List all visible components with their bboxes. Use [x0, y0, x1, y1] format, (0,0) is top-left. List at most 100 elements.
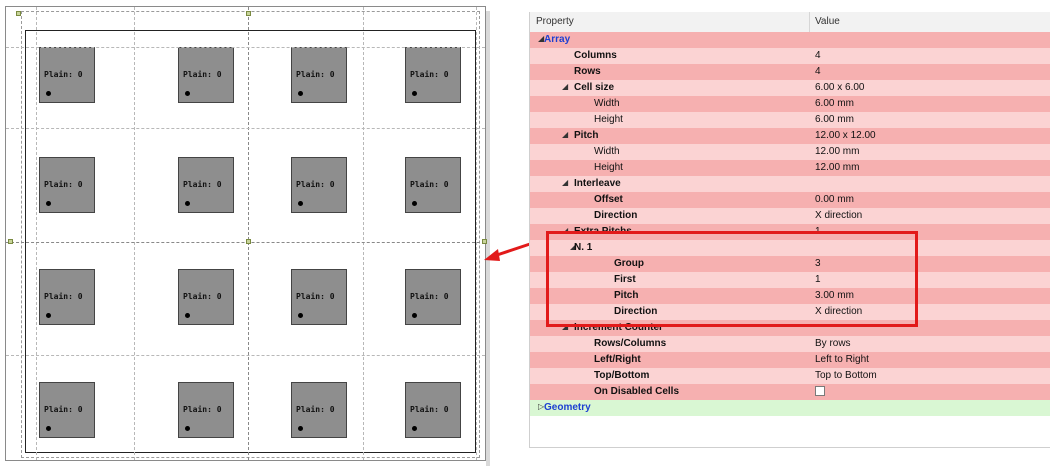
property-name: Left/Right [594, 354, 641, 365]
resize-handle[interactable] [8, 239, 13, 244]
property-column-header[interactable]: Property [536, 16, 574, 27]
property-name: Offset [594, 194, 623, 205]
property-row[interactable]: ◢ Cell size 6.00 x 6.00 [530, 80, 1050, 96]
property-value[interactable]: By rows [815, 338, 851, 349]
property-row[interactable]: Direction X direction [530, 208, 1050, 224]
array-cell[interactable]: Plain: 0 [178, 382, 234, 438]
origin-dot-icon [46, 91, 51, 96]
property-row[interactable]: Rows/Columns By rows [530, 336, 1050, 352]
property-name: Width [594, 98, 620, 109]
property-value[interactable]: 6.00 mm [815, 98, 854, 109]
property-row[interactable]: On Disabled Cells [530, 384, 1050, 400]
property-name: Height [594, 114, 623, 125]
property-row[interactable]: Width 6.00 mm [530, 96, 1050, 112]
cell-label: Plain: 0 [296, 292, 335, 301]
cell-label: Plain: 0 [183, 180, 222, 189]
array-cell[interactable]: Plain: 0 [405, 382, 461, 438]
property-value[interactable]: Left to Right [815, 354, 869, 365]
property-value[interactable]: 12.00 mm [815, 162, 859, 173]
cell-label: Plain: 0 [183, 292, 222, 301]
array-cell[interactable]: Plain: 0 [178, 47, 234, 103]
property-value[interactable]: 12.00 mm [815, 146, 859, 157]
cell-label: Plain: 0 [44, 405, 83, 414]
on-disabled-cells-checkbox[interactable] [815, 386, 825, 396]
property-name: Cell size [574, 82, 615, 93]
property-row[interactable]: ▷ Geometry [530, 400, 1050, 416]
origin-dot-icon [46, 201, 51, 206]
property-name: Geometry [544, 402, 591, 413]
property-value[interactable]: 4 [815, 50, 821, 61]
property-value[interactable]: 6.00 x 6.00 [815, 82, 864, 93]
expand-triangle-icon[interactable]: ◢ [562, 178, 568, 187]
origin-dot-icon [412, 426, 417, 431]
array-cell[interactable]: Plain: 0 [405, 157, 461, 213]
cell-label: Plain: 0 [44, 70, 83, 79]
origin-dot-icon [185, 426, 190, 431]
property-row[interactable]: Height 12.00 mm [530, 160, 1050, 176]
extra-pitch-highlight-box [546, 231, 918, 327]
array-cell[interactable]: Plain: 0 [291, 157, 347, 213]
property-row[interactable]: Rows 4 [530, 64, 1050, 80]
pointer-arrow-icon [484, 242, 531, 261]
origin-dot-icon [298, 313, 303, 318]
property-row[interactable]: ◢ Pitch 12.00 x 12.00 [530, 128, 1050, 144]
property-name: Interleave [574, 178, 621, 189]
property-row[interactable]: Top/Bottom Top to Bottom [530, 368, 1050, 384]
origin-dot-icon [185, 201, 190, 206]
resize-handle[interactable] [246, 11, 251, 16]
array-cell[interactable]: Plain: 0 [39, 47, 95, 103]
property-name: Rows [574, 66, 601, 77]
origin-dot-icon [412, 91, 417, 96]
property-name: Array [544, 34, 571, 45]
property-row[interactable]: ◢ Array [530, 32, 1050, 48]
design-canvas[interactable]: Plain: 0 Plain: 0 Plain: 0 Plain: 0 Plain: 0… [5, 6, 490, 466]
expand-triangle-icon[interactable]: ◢ [562, 82, 568, 91]
cell-label: Plain: 0 [44, 180, 83, 189]
property-row[interactable]: Width 12.00 mm [530, 144, 1050, 160]
array-cell[interactable]: Plain: 0 [178, 157, 234, 213]
property-value[interactable]: 6.00 mm [815, 114, 854, 125]
resize-handle[interactable] [246, 239, 251, 244]
origin-dot-icon [46, 313, 51, 318]
property-row[interactable]: Columns 4 [530, 48, 1050, 64]
array-cell[interactable]: Plain: 0 [39, 157, 95, 213]
array-cell[interactable]: Plain: 0 [39, 382, 95, 438]
property-name: Direction [594, 210, 638, 221]
origin-dot-icon [185, 313, 190, 318]
property-row[interactable]: Offset 0.00 mm [530, 192, 1050, 208]
origin-dot-icon [298, 91, 303, 96]
property-name: Width [594, 146, 620, 157]
property-row[interactable]: ◢ Interleave [530, 176, 1050, 192]
property-grid: Property Value ◢ Array Columns 4 Rows 4 ◢ Cell … [529, 12, 1050, 448]
cell-label: Plain: 0 [183, 405, 222, 414]
property-name: Rows/Columns [594, 338, 667, 349]
array-cell[interactable]: Plain: 0 [178, 269, 234, 325]
origin-dot-icon [412, 201, 417, 206]
array-cell[interactable]: Plain: 0 [405, 47, 461, 103]
property-row[interactable]: Left/Right Left to Right [530, 352, 1050, 368]
resize-handle[interactable] [16, 11, 21, 16]
array-cell[interactable]: Plain: 0 [291, 382, 347, 438]
origin-dot-icon [46, 426, 51, 431]
array-cell[interactable]: Plain: 0 [291, 47, 347, 103]
origin-dot-icon [298, 201, 303, 206]
property-value[interactable]: X direction [815, 210, 862, 221]
expand-triangle-icon[interactable]: ◢ [562, 130, 568, 139]
column-divider[interactable] [809, 12, 810, 32]
property-row[interactable]: Height 6.00 mm [530, 112, 1050, 128]
property-value[interactable]: 0.00 mm [815, 194, 854, 205]
property-value[interactable]: Top to Bottom [815, 370, 877, 381]
array-cell[interactable]: Plain: 0 [39, 269, 95, 325]
value-column-header[interactable]: Value [815, 16, 840, 27]
origin-dot-icon [185, 91, 190, 96]
property-name: Pitch [574, 130, 599, 141]
property-name: Height [594, 162, 623, 173]
cell-label: Plain: 0 [410, 70, 449, 79]
array-cell[interactable]: Plain: 0 [405, 269, 461, 325]
cell-label: Plain: 0 [410, 405, 449, 414]
property-value[interactable]: 4 [815, 66, 821, 77]
property-value[interactable]: 12.00 x 12.00 [815, 130, 876, 141]
cell-label: Plain: 0 [296, 70, 335, 79]
array-cell[interactable]: Plain: 0 [291, 269, 347, 325]
property-name: Columns [574, 50, 617, 61]
